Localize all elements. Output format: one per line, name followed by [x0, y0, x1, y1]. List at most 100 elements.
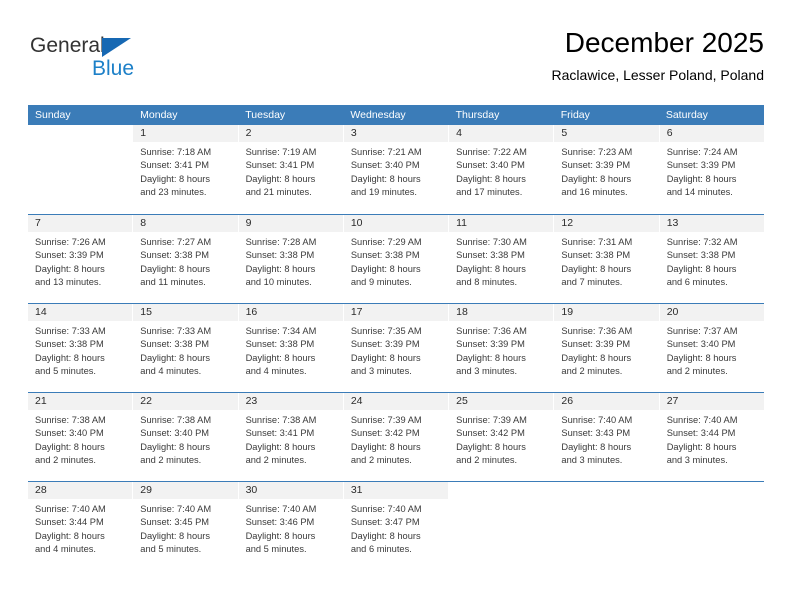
day-number: 25 — [449, 393, 554, 410]
day-number: 6 — [659, 125, 764, 142]
calendar-day-cell[interactable]: 27 Sunrise: 7:40 AM Sunset: 3:44 PM Dayligh… — [659, 393, 764, 481]
calendar-day-cell[interactable]: 25 Sunrise: 7:39 AM Sunset: 3:42 PM Dayligh… — [449, 393, 555, 481]
day-number: 10 — [343, 215, 449, 232]
day-number: 28 — [28, 482, 133, 499]
logo-triangle-icon — [102, 38, 131, 57]
day-number: 9 — [238, 215, 343, 232]
day-sun-info: Sunrise: 7:26 AM Sunset: 3:39 PM Daylight:… — [28, 232, 132, 289]
day-info-line: Sunrise: 7:29 AM — [350, 237, 422, 247]
day-number: 18 — [449, 304, 554, 321]
calendar-day-cell[interactable]: 28 Sunrise: 7:40 AM Sunset: 3:44 PM Dayligh… — [28, 482, 134, 570]
day-info-line: Sunrise: 7:39 AM — [350, 415, 422, 425]
day-info-line: Sunrise: 7:26 AM — [35, 237, 106, 247]
day-info-line: Daylight: 8 hours — [350, 530, 421, 541]
day-number — [659, 482, 764, 499]
day-info-line: Sunset: 3:38 PM — [140, 250, 210, 261]
calendar-day-cell[interactable]: 14 Sunrise: 7:33 AM Sunset: 3:38 PM Dayligh… — [28, 304, 134, 392]
day-number: 19 — [554, 304, 659, 321]
calendar-day-cell[interactable]: 22 Sunrise: 7:38 AM Sunset: 3:40 PM Dayligh… — [133, 393, 239, 481]
page-subtitle: Raclawice, Lesser Poland, Poland — [551, 67, 764, 83]
calendar-day-cell[interactable]: 31 Sunrise: 7:40 AM Sunset: 3:47 PM Dayligh… — [343, 482, 450, 570]
calendar-day-cell[interactable]: 10 Sunrise: 7:29 AM Sunset: 3:38 PM Dayligh… — [343, 215, 450, 303]
day-info-line: Sunrise: 7:40 AM — [561, 415, 633, 425]
day-info-line: Daylight: 8 hours — [140, 441, 211, 452]
day-info-line: Sunrise: 7:40 AM — [350, 504, 422, 514]
day-info-line: Sunset: 3:39 PM — [561, 160, 631, 171]
calendar-day-cell[interactable]: 17 Sunrise: 7:35 AM Sunset: 3:39 PM Dayligh… — [343, 304, 450, 392]
calendar-day-cell[interactable]: 4 Sunrise: 7:22 AM Sunset: 3:40 PM Daylight… — [449, 125, 555, 214]
day-sun-info: Sunrise: 7:38 AM Sunset: 3:41 PM Daylight:… — [239, 410, 343, 467]
day-info-line: Daylight: 8 hours — [245, 173, 316, 184]
day-info-line: and 6 minutes. — [666, 276, 728, 287]
calendar-day-cell[interactable]: 24 Sunrise: 7:39 AM Sunset: 3:42 PM Dayligh… — [343, 393, 450, 481]
day-info-line: Daylight: 8 hours — [350, 441, 421, 452]
day-info-line: Sunset: 3:40 PM — [666, 339, 736, 350]
day-info-line: Sunrise: 7:18 AM — [140, 147, 212, 157]
day-sun-info: Sunrise: 7:24 AM Sunset: 3:39 PM Daylight:… — [660, 142, 764, 199]
calendar-day-cell[interactable]: 30 Sunrise: 7:40 AM Sunset: 3:46 PM Dayligh… — [238, 482, 344, 570]
day-info-line: and 4 minutes. — [245, 365, 307, 376]
day-sun-info: Sunrise: 7:39 AM Sunset: 3:42 PM Daylight:… — [449, 410, 553, 467]
calendar-day-cell[interactable]: 1 Sunrise: 7:18 AM Sunset: 3:41 PM Daylight… — [133, 125, 239, 214]
calendar-week-row: 14 Sunrise: 7:33 AM Sunset: 3:38 PM Dayligh… — [28, 303, 764, 392]
day-sun-info: Sunrise: 7:34 AM Sunset: 3:38 PM Daylight:… — [239, 321, 343, 378]
calendar-day-cell[interactable]: 19 Sunrise: 7:36 AM Sunset: 3:39 PM Dayligh… — [554, 304, 660, 392]
day-number: 8 — [133, 215, 238, 232]
calendar-week-row: 28 Sunrise: 7:40 AM Sunset: 3:44 PM Dayligh… — [28, 481, 764, 570]
day-sun-info: Sunrise: 7:36 AM Sunset: 3:39 PM Daylight:… — [554, 321, 658, 378]
day-sun-info: Sunrise: 7:28 AM Sunset: 3:38 PM Daylight:… — [239, 232, 343, 289]
day-sun-info — [28, 142, 132, 146]
day-info-line: Sunrise: 7:38 AM — [35, 415, 106, 425]
day-number: 21 — [28, 393, 133, 410]
calendar-day-cell[interactable]: 29 Sunrise: 7:40 AM Sunset: 3:45 PM Dayligh… — [133, 482, 239, 570]
calendar-day-cell[interactable]: 11 Sunrise: 7:30 AM Sunset: 3:38 PM Dayligh… — [449, 215, 555, 303]
day-info-line: Daylight: 8 hours — [140, 530, 211, 541]
day-info-line: and 6 minutes. — [350, 543, 412, 554]
day-info-line: Sunset: 3:41 PM — [140, 160, 210, 171]
calendar-day-cell[interactable]: 6 Sunrise: 7:24 AM Sunset: 3:39 PM Daylight… — [659, 125, 764, 214]
calendar-day-cell[interactable]: 7 Sunrise: 7:26 AM Sunset: 3:39 PM Daylight… — [28, 215, 134, 303]
calendar-day-cell[interactable]: 3 Sunrise: 7:21 AM Sunset: 3:40 PM Daylight… — [343, 125, 450, 214]
day-sun-info: Sunrise: 7:30 AM Sunset: 3:38 PM Daylight:… — [449, 232, 553, 289]
day-info-line: Sunrise: 7:33 AM — [140, 326, 212, 336]
day-info-line: and 13 minutes. — [35, 276, 102, 287]
day-sun-info — [449, 499, 553, 503]
calendar-day-cell[interactable]: 18 Sunrise: 7:36 AM Sunset: 3:39 PM Dayligh… — [449, 304, 555, 392]
calendar-day-cell[interactable]: 20 Sunrise: 7:37 AM Sunset: 3:40 PM Dayligh… — [659, 304, 764, 392]
day-info-line: and 4 minutes. — [35, 543, 96, 554]
calendar-day-cell[interactable]: 13 Sunrise: 7:32 AM Sunset: 3:38 PM Dayligh… — [659, 215, 764, 303]
calendar-day-cell[interactable]: 12 Sunrise: 7:31 AM Sunset: 3:38 PM Dayligh… — [554, 215, 660, 303]
day-info-line: and 9 minutes. — [350, 276, 412, 287]
day-info-line: Sunset: 3:42 PM — [456, 428, 525, 439]
day-sun-info: Sunrise: 7:40 AM Sunset: 3:44 PM Daylight:… — [660, 410, 764, 467]
calendar-day-cell[interactable]: 2 Sunrise: 7:19 AM Sunset: 3:41 PM Daylight… — [238, 125, 344, 214]
day-info-line: Daylight: 8 hours — [140, 352, 211, 363]
calendar-day-cell[interactable]: 8 Sunrise: 7:27 AM Sunset: 3:38 PM Daylight… — [133, 215, 239, 303]
day-info-line: Sunset: 3:40 PM — [35, 428, 104, 439]
calendar-day-cell[interactable]: 9 Sunrise: 7:28 AM Sunset: 3:38 PM Daylight… — [238, 215, 344, 303]
day-sun-info — [554, 499, 658, 503]
day-info-line: Daylight: 8 hours — [350, 263, 421, 274]
day-info-line: and 2 minutes. — [456, 454, 518, 465]
calendar-day-cell[interactable]: 21 Sunrise: 7:38 AM Sunset: 3:40 PM Dayligh… — [28, 393, 134, 481]
day-sun-info: Sunrise: 7:35 AM Sunset: 3:39 PM Daylight:… — [344, 321, 448, 378]
day-info-line: and 2 minutes. — [140, 454, 202, 465]
calendar-day-cell-empty — [28, 125, 134, 214]
calendar-day-cell[interactable]: 5 Sunrise: 7:23 AM Sunset: 3:39 PM Daylight… — [554, 125, 660, 214]
day-info-line: Daylight: 8 hours — [140, 263, 211, 274]
day-number: 20 — [659, 304, 764, 321]
day-info-line: and 2 minutes. — [666, 365, 728, 376]
calendar-day-cell[interactable]: 15 Sunrise: 7:33 AM Sunset: 3:38 PM Dayligh… — [133, 304, 239, 392]
calendar-day-cell[interactable]: 26 Sunrise: 7:40 AM Sunset: 3:43 PM Dayligh… — [554, 393, 660, 481]
day-sun-info: Sunrise: 7:38 AM Sunset: 3:40 PM Daylight:… — [133, 410, 237, 467]
day-info-line: and 5 minutes. — [140, 543, 202, 554]
day-sun-info: Sunrise: 7:29 AM Sunset: 3:38 PM Daylight:… — [344, 232, 448, 289]
day-info-line: Sunset: 3:38 PM — [350, 250, 420, 261]
day-info-line: and 14 minutes. — [666, 186, 733, 197]
day-number: 22 — [133, 393, 238, 410]
day-info-line: Daylight: 8 hours — [35, 441, 105, 452]
calendar-day-cell[interactable]: 23 Sunrise: 7:38 AM Sunset: 3:41 PM Dayligh… — [238, 393, 344, 481]
day-number: 1 — [133, 125, 238, 142]
calendar-day-cell[interactable]: 16 Sunrise: 7:34 AM Sunset: 3:38 PM Dayligh… — [238, 304, 344, 392]
day-info-line: Sunset: 3:47 PM — [350, 517, 420, 528]
